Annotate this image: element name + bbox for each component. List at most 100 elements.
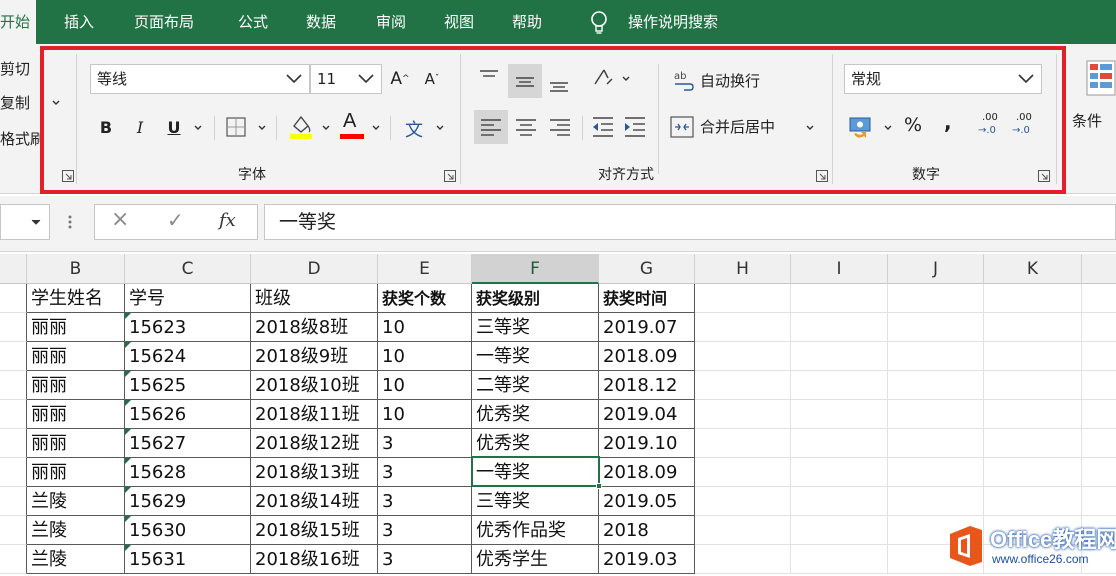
table-cell[interactable]: 15629 bbox=[125, 487, 251, 516]
table-cell[interactable]: 丽丽 bbox=[27, 429, 125, 458]
empty-cell[interactable] bbox=[984, 458, 1082, 487]
table-cell[interactable]: 兰陵 bbox=[27, 516, 125, 545]
grow-font-button[interactable]: A ^ bbox=[388, 66, 412, 92]
column-header-b[interactable]: B bbox=[27, 254, 125, 284]
insert-function-button[interactable]: fx bbox=[219, 210, 236, 231]
column-header-c[interactable]: C bbox=[125, 254, 251, 284]
table-cell[interactable]: 2018级9班 bbox=[251, 342, 378, 371]
tab-home[interactable]: 开始 bbox=[0, 0, 37, 44]
row-header[interactable] bbox=[0, 429, 27, 458]
table-cell[interactable]: 15625 bbox=[125, 371, 251, 400]
copy-button[interactable]: 复制 bbox=[0, 92, 30, 113]
shrink-font-button[interactable]: Aˇ bbox=[420, 66, 444, 92]
empty-cell[interactable] bbox=[984, 400, 1082, 429]
column-header-d[interactable]: D bbox=[251, 254, 378, 284]
table-header-cell[interactable]: 学生姓名 bbox=[27, 284, 125, 313]
table-cell[interactable]: 三等奖 bbox=[472, 487, 599, 516]
copy-dropdown-icon[interactable] bbox=[52, 100, 60, 106]
table-cell[interactable]: 2018级10班 bbox=[251, 371, 378, 400]
align-right-icon[interactable] bbox=[548, 116, 572, 138]
empty-cell[interactable] bbox=[791, 429, 888, 458]
empty-cell[interactable] bbox=[791, 545, 888, 574]
column-header-e[interactable]: E bbox=[378, 254, 472, 284]
empty-cell[interactable] bbox=[888, 458, 984, 487]
row-header[interactable] bbox=[0, 400, 27, 429]
conditional-formatting-label[interactable]: 条件 bbox=[1072, 110, 1102, 131]
fill-color-dropdown-icon[interactable] bbox=[322, 125, 330, 131]
table-cell[interactable]: 15631 bbox=[125, 545, 251, 574]
table-cell[interactable]: 优秀奖 bbox=[472, 400, 599, 429]
row-header[interactable] bbox=[0, 284, 27, 313]
italic-button[interactable]: I bbox=[128, 112, 152, 142]
empty-cell[interactable] bbox=[888, 487, 984, 516]
table-cell[interactable]: 2019.07 bbox=[599, 313, 695, 342]
tab-help[interactable]: 帮助 bbox=[512, 0, 542, 44]
underline-dropdown-icon[interactable] bbox=[194, 125, 202, 131]
enter-entry-button[interactable]: ✓ bbox=[167, 208, 184, 232]
tab-page-layout[interactable]: 页面布局 bbox=[134, 0, 194, 44]
empty-cell[interactable] bbox=[1082, 284, 1116, 313]
row-header[interactable] bbox=[0, 313, 27, 342]
row-header[interactable] bbox=[0, 516, 27, 545]
table-header-cell[interactable]: 获奖个数 bbox=[378, 284, 472, 313]
merge-center-button[interactable]: 合并后居中 bbox=[670, 112, 820, 142]
empty-cell[interactable] bbox=[1082, 400, 1116, 429]
empty-cell[interactable] bbox=[984, 342, 1082, 371]
column-header-g[interactable]: G bbox=[599, 254, 695, 284]
table-cell[interactable]: 丽丽 bbox=[27, 313, 125, 342]
empty-cell[interactable] bbox=[888, 313, 984, 342]
table-cell[interactable]: 10 bbox=[378, 342, 472, 371]
align-center-icon[interactable] bbox=[514, 116, 538, 138]
number-format-select[interactable]: 常规 bbox=[844, 64, 1042, 94]
table-cell[interactable]: 优秀奖 bbox=[472, 429, 599, 458]
empty-cell[interactable] bbox=[695, 545, 791, 574]
font-color-dropdown-icon[interactable] bbox=[372, 125, 380, 131]
accounting-dropdown-icon[interactable] bbox=[884, 125, 892, 131]
empty-cell[interactable] bbox=[984, 284, 1082, 313]
phonetic-dropdown-icon[interactable] bbox=[436, 125, 444, 131]
column-header-k[interactable]: K bbox=[984, 254, 1082, 284]
table-cell[interactable]: 2018级11班 bbox=[251, 400, 378, 429]
cancel-entry-button[interactable]: × bbox=[111, 207, 129, 232]
empty-cell[interactable] bbox=[791, 313, 888, 342]
alignment-launcher-icon[interactable] bbox=[816, 170, 828, 182]
tab-formulas[interactable]: 公式 bbox=[238, 0, 268, 44]
empty-cell[interactable] bbox=[1082, 313, 1116, 342]
empty-cell[interactable] bbox=[888, 342, 984, 371]
empty-cell[interactable] bbox=[1082, 487, 1116, 516]
table-cell[interactable]: 丽丽 bbox=[27, 342, 125, 371]
empty-cell[interactable] bbox=[1082, 342, 1116, 371]
decrease-indent-icon[interactable] bbox=[590, 114, 616, 140]
empty-cell[interactable] bbox=[695, 429, 791, 458]
row-header[interactable] bbox=[0, 342, 27, 371]
empty-cell[interactable] bbox=[1082, 371, 1116, 400]
empty-cell[interactable] bbox=[695, 516, 791, 545]
empty-cell[interactable] bbox=[695, 313, 791, 342]
orientation-icon[interactable] bbox=[590, 64, 618, 92]
table-cell[interactable]: 一等奖 bbox=[472, 458, 599, 487]
table-cell[interactable]: 15630 bbox=[125, 516, 251, 545]
empty-cell[interactable] bbox=[984, 429, 1082, 458]
column-header-partial[interactable] bbox=[1082, 254, 1116, 284]
clipboard-launcher-icon[interactable] bbox=[62, 170, 74, 182]
column-header-h[interactable]: H bbox=[695, 254, 791, 284]
table-cell[interactable]: 2018级16班 bbox=[251, 545, 378, 574]
table-cell[interactable]: 三等奖 bbox=[472, 313, 599, 342]
empty-cell[interactable] bbox=[888, 371, 984, 400]
table-cell[interactable]: 一等奖 bbox=[472, 342, 599, 371]
table-cell[interactable]: 2019.04 bbox=[599, 400, 695, 429]
table-cell[interactable]: 优秀学生 bbox=[472, 545, 599, 574]
font-color-button[interactable]: A bbox=[338, 108, 366, 142]
table-cell[interactable]: 2019.03 bbox=[599, 545, 695, 574]
format-painter-button[interactable]: 格式刷 bbox=[0, 128, 45, 149]
table-cell[interactable]: 丽丽 bbox=[27, 400, 125, 429]
empty-cell[interactable] bbox=[984, 487, 1082, 516]
formula-input[interactable]: 一等奖 bbox=[264, 204, 1116, 240]
table-cell[interactable]: 3 bbox=[378, 516, 472, 545]
conditional-formatting-icon[interactable] bbox=[1086, 60, 1116, 96]
orientation-dropdown-icon[interactable] bbox=[622, 76, 630, 82]
font-launcher-icon[interactable] bbox=[444, 170, 456, 182]
row-header[interactable] bbox=[0, 458, 27, 487]
align-left-button[interactable] bbox=[474, 110, 508, 144]
table-cell[interactable]: 二等奖 bbox=[472, 371, 599, 400]
